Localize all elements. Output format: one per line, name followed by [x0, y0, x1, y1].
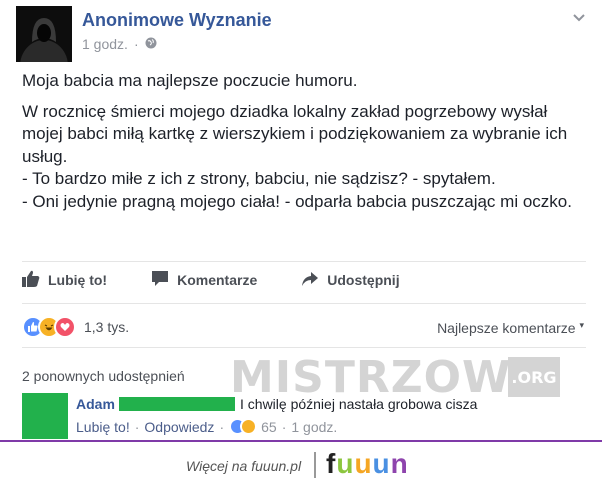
site-footer: Więcej na fuuun.pl fuuun — [0, 442, 602, 486]
sort-label: Najlepsze komentarze — [437, 320, 576, 336]
footer-link[interactable]: Więcej na fuuun.pl — [186, 458, 301, 474]
author-avatar[interactable] — [16, 6, 72, 62]
thumbs-up-icon — [22, 270, 40, 290]
logo-letter: u — [372, 448, 391, 479]
logo-letter: u — [336, 448, 355, 479]
meta-separator: · — [281, 418, 287, 435]
post-time[interactable]: 1 godz. — [82, 36, 128, 52]
reactions-summary[interactable]: 1,3 tys. — [22, 316, 129, 338]
reaction-count: 1,3 tys. — [84, 319, 130, 335]
comment-meta: Lubię to! · Odpowiedz · 65 · 1 godz. — [76, 418, 337, 435]
footer-separator — [314, 452, 316, 478]
share-arrow-icon — [301, 271, 319, 290]
post-paragraph: Moja babcia ma najlepsze poczucie humoru… — [22, 71, 358, 90]
share-label: Udostępnij — [327, 272, 400, 288]
post-paragraph: W rocznicę śmierci mojego dziadka lokaln… — [22, 101, 572, 211]
comment-reactions[interactable]: 65 — [229, 418, 277, 435]
like-button[interactable]: Lubię to! — [22, 270, 107, 290]
comment-sort-dropdown[interactable]: Najlepsze komentarze ▾ — [437, 320, 584, 336]
facebook-post-card: Anonimowe Wyznanie 1 godz. · Moja babcia… — [0, 0, 602, 440]
post-meta: 1 godz. · — [82, 36, 157, 52]
meta-separator: · — [134, 418, 140, 435]
comment-like-link[interactable]: Lubię to! — [76, 419, 130, 435]
post-actions: Lubię to! Komentarze Udostępnij — [22, 270, 400, 290]
commenter-avatar[interactable] — [22, 393, 68, 439]
divider — [22, 303, 586, 304]
comment-label: Komentarze — [177, 272, 258, 288]
meta-separator: · — [133, 36, 139, 52]
meta-separator: · — [219, 418, 225, 435]
like-label: Lubię to! — [48, 272, 108, 288]
logo-letter: f — [326, 448, 337, 479]
comment-icon — [151, 270, 169, 290]
haha-reaction-icon — [240, 418, 258, 435]
redacted-bar — [119, 397, 235, 411]
comment-time[interactable]: 1 godz. — [291, 419, 337, 435]
divider — [22, 347, 586, 348]
shares-link[interactable]: 2 ponownych udostępnień — [22, 368, 185, 384]
fuuun-logo[interactable]: fuuun — [326, 448, 409, 480]
love-reaction-icon — [54, 316, 76, 338]
globe-icon — [145, 36, 157, 52]
post-text: Moja babcia ma najlepsze poczucie humoru… — [22, 70, 588, 221]
commenter-name[interactable]: Adam — [76, 396, 115, 412]
author-name[interactable]: Anonimowe Wyznanie — [82, 10, 272, 31]
comment-button[interactable]: Komentarze — [151, 270, 257, 290]
share-button[interactable]: Udostępnij — [301, 270, 400, 290]
divider — [22, 261, 586, 262]
watermark-badge: .ORG — [508, 357, 560, 397]
comment-reaction-count: 65 — [261, 418, 277, 435]
comment-reply-link[interactable]: Odpowiedz — [144, 419, 214, 435]
caret-down-icon: ▾ — [579, 320, 584, 330]
logo-letter: u — [354, 448, 373, 479]
chevron-down-icon[interactable] — [572, 10, 586, 24]
comment-text: I chwilę później nastała grobowa cisza — [240, 396, 478, 412]
logo-letter: n — [390, 448, 409, 479]
